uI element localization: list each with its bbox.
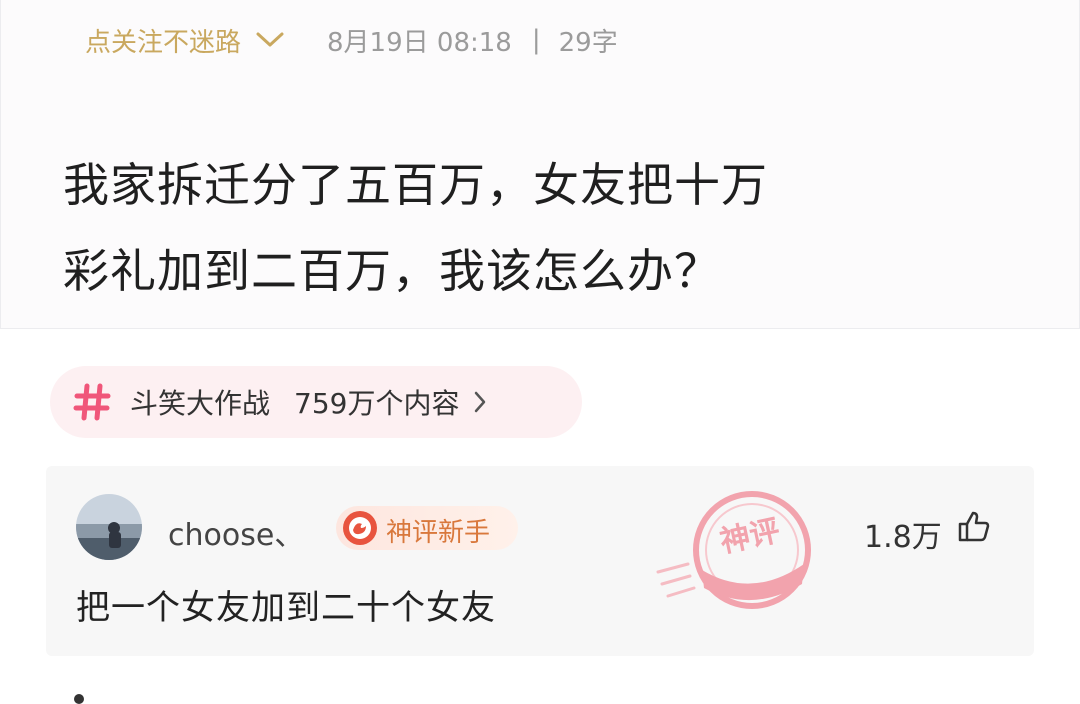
- status-badge: 神评新手: [336, 506, 518, 550]
- post-title-line: 我家拆迁分了五百万，女友把十万: [63, 158, 768, 212]
- comment-username[interactable]: choose、: [168, 510, 304, 554]
- meta-separator: |: [531, 25, 541, 55]
- stamp-text: 神评: [717, 513, 783, 560]
- chevron-down-icon[interactable]: [255, 30, 285, 50]
- topic-count: 759万个内容: [294, 387, 460, 420]
- post-meta-row: 点关注不迷路 8月19日 08:18 | 29字: [85, 20, 618, 60]
- avatar-image: [76, 494, 142, 560]
- top-comment-card: choose、 神评新手 神评 1.8万 把一个女友加到二十个女友: [46, 466, 1034, 656]
- next-item-edge: [74, 694, 84, 704]
- badge-label: 神评新手: [386, 518, 491, 548]
- topic-name: 斗笑大作战: [130, 387, 271, 420]
- top-comment-stamp: 神评: [656, 491, 811, 609]
- medal-icon: [343, 511, 377, 545]
- like-count: 1.8万: [864, 520, 942, 555]
- word-count: 29字: [558, 27, 618, 58]
- chevron-right-icon: [475, 391, 486, 413]
- avatar[interactable]: [76, 494, 142, 560]
- topic-chip[interactable]: 斗笑大作战 759万个内容: [50, 366, 582, 438]
- comment-text: 把一个女友加到二十个女友: [76, 588, 496, 628]
- post-card: 点关注不迷路 8月19日 08:18 | 29字 我家拆迁分了五百万，女友把十万…: [0, 0, 1080, 329]
- follow-button[interactable]: 点关注不迷路: [85, 22, 241, 59]
- post-title-line: 彩礼加到二百万，我该怎么办？: [63, 244, 721, 298]
- thumbs-up-icon[interactable]: [956, 508, 992, 544]
- post-title: 我家拆迁分了五百万，女友把十万 彩礼加到二百万，我该怎么办？: [63, 142, 1003, 314]
- post-date: 8月19日 08:18: [327, 27, 512, 58]
- hash-icon: [73, 383, 111, 421]
